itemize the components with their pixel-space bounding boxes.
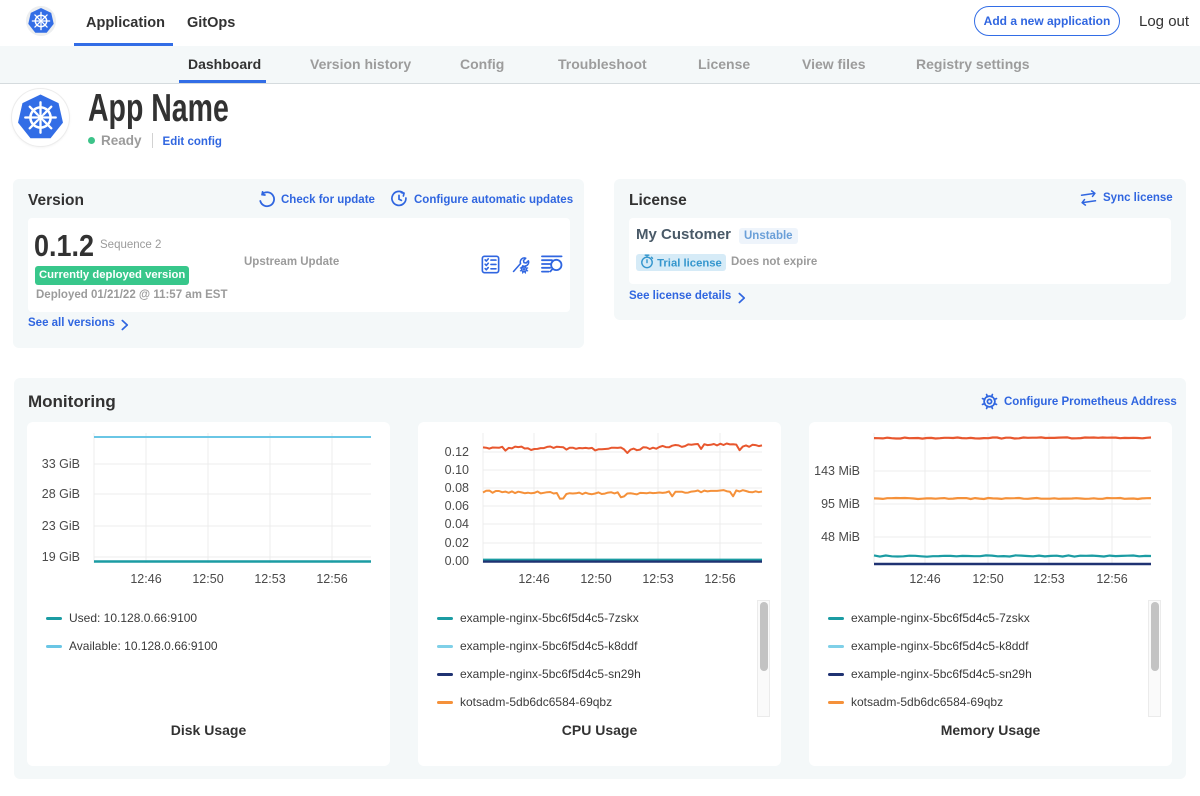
svg-text:0.10: 0.10	[445, 463, 469, 477]
svg-text:12:53: 12:53	[1033, 572, 1064, 586]
svg-text:12:46: 12:46	[518, 572, 549, 586]
svg-text:12:46: 12:46	[909, 572, 940, 586]
svg-text:0.12: 0.12	[445, 445, 469, 459]
svg-text:0.02: 0.02	[445, 536, 469, 550]
svg-text:0.08: 0.08	[445, 481, 469, 495]
svg-text:12:50: 12:50	[972, 572, 1003, 586]
svg-text:48 MiB: 48 MiB	[821, 530, 860, 544]
svg-text:12:46: 12:46	[130, 572, 161, 586]
svg-text:12:50: 12:50	[580, 572, 611, 586]
svg-text:19 GiB: 19 GiB	[42, 550, 80, 564]
svg-text:12:56: 12:56	[704, 572, 735, 586]
svg-text:12:56: 12:56	[1096, 572, 1127, 586]
svg-text:0.04: 0.04	[445, 517, 469, 531]
svg-text:28 GiB: 28 GiB	[42, 487, 80, 501]
svg-text:0.00: 0.00	[445, 554, 469, 568]
svg-text:33 GiB: 33 GiB	[42, 457, 80, 471]
svg-text:23 GiB: 23 GiB	[42, 519, 80, 533]
svg-text:12:53: 12:53	[642, 572, 673, 586]
svg-text:143 MiB: 143 MiB	[814, 464, 860, 478]
svg-text:12:56: 12:56	[316, 572, 347, 586]
svg-text:12:53: 12:53	[254, 572, 285, 586]
svg-text:95 MiB: 95 MiB	[821, 497, 860, 511]
svg-text:12:50: 12:50	[192, 572, 223, 586]
svg-text:0.06: 0.06	[445, 499, 469, 513]
